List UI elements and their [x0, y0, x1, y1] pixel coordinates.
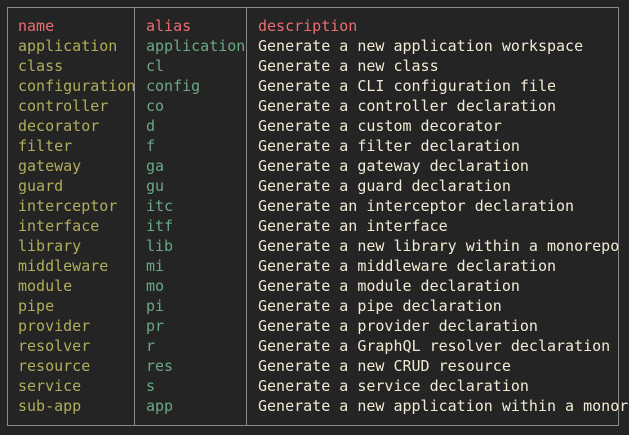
schematic-description: Generate a filter declaration — [258, 137, 520, 155]
table-row: filter f Generate a filter declaration — [0, 136, 629, 156]
schematic-alias: pr — [146, 317, 165, 335]
schematic-description: Generate a guard declaration — [258, 177, 511, 195]
schematic-description: Generate a module declaration — [258, 277, 520, 295]
schematic-description: Generate a gateway declaration — [258, 157, 529, 175]
table-row: resource res Generate a new CRUD resource — [0, 356, 629, 376]
schematic-name: controller — [18, 97, 109, 115]
schematic-alias: app — [146, 397, 174, 415]
schematic-name: guard — [18, 177, 64, 195]
schematic-alias: f — [146, 137, 156, 155]
schematic-alias: mo — [146, 277, 165, 295]
schematic-name: middleware — [18, 257, 109, 275]
schematic-alias: res — [146, 357, 174, 375]
table-row: application application Generate a new app… — [0, 36, 629, 56]
table-row: pipe pi Generate a pipe declaration — [0, 296, 629, 316]
table-row: middleware mi Generate a middleware declar… — [0, 256, 629, 276]
table-row: interceptor itc Generate an interceptor de… — [0, 196, 629, 216]
schematic-name: filter — [18, 137, 73, 155]
table-row: interface itf Generate an interface — [0, 216, 629, 236]
schematic-name: pipe — [18, 297, 55, 315]
schematic-alias: gu — [146, 177, 165, 195]
schematic-name: resolver — [18, 337, 91, 355]
schematic-description: Generate a GraphQL resolver declaration — [258, 337, 611, 355]
table-row: resolver r Generate a GraphQL resolver dec… — [0, 336, 629, 356]
schematic-description: Generate an interface — [258, 217, 448, 235]
header-name: name — [18, 17, 55, 35]
table-row: library lib Generate a new library within … — [0, 236, 629, 256]
schematic-name: gateway — [18, 157, 82, 175]
schematic-name: resource — [18, 357, 91, 375]
schematic-name: interface — [18, 217, 100, 235]
table-row: sub-app app Generate a new application wit… — [0, 396, 629, 416]
table-row: provider pr Generate a provider declaratio… — [0, 316, 629, 336]
table-row: configuration config Generate a CLI config… — [0, 76, 629, 96]
schematic-name: module — [18, 277, 73, 295]
schematic-alias: application — [146, 37, 246, 55]
schematic-name: class — [18, 57, 64, 75]
schematic-alias: s — [146, 377, 156, 395]
schematic-alias: r — [146, 337, 156, 355]
table-row: gateway ga Generate a gateway declaration — [0, 156, 629, 176]
schematic-description: Generate a new class — [258, 57, 439, 75]
schematic-description: Generate a new library within a monorepo — [258, 237, 620, 255]
table-row: guard gu Generate a guard declaration — [0, 176, 629, 196]
table-row: class cl Generate a new class — [0, 56, 629, 76]
schematic-alias: ga — [146, 157, 165, 175]
schematic-description: Generate a custom decorator — [258, 117, 502, 135]
schematic-name: provider — [18, 317, 91, 335]
schematic-name: decorator — [18, 117, 100, 135]
header-description: description — [258, 17, 358, 35]
schematic-alias: lib — [146, 237, 174, 255]
schematic-name: application — [18, 37, 118, 55]
schematic-alias: co — [146, 97, 165, 115]
schematic-alias: config — [146, 77, 201, 95]
schematic-name: configuration — [18, 77, 136, 95]
table-row: decorator d Generate a custom decorator — [0, 116, 629, 136]
schematic-description: Generate a pipe declaration — [258, 297, 502, 315]
schematic-description: Generate a middleware declaration — [258, 257, 557, 275]
terminal-window: name alias description application applic… — [0, 0, 629, 435]
schematic-name: sub-app — [18, 397, 82, 415]
schematic-description: Generate a provider declaration — [258, 317, 538, 335]
schematic-alias: cl — [146, 57, 165, 75]
schematic-alias: itf — [146, 217, 174, 235]
table-header-row: name alias description — [0, 16, 629, 36]
schematic-alias: mi — [146, 257, 165, 275]
schematic-alias: pi — [146, 297, 165, 315]
schematic-description: Generate an interceptor declaration — [258, 197, 575, 215]
schematic-name: library — [18, 237, 82, 255]
header-alias: alias — [146, 17, 192, 35]
schematic-description: Generate a CLI configuration file — [258, 77, 557, 95]
schematic-description: Generate a service declaration — [258, 377, 529, 395]
table-row: module mo Generate a module declaration — [0, 276, 629, 296]
schematic-alias: d — [146, 117, 156, 135]
schematic-description: Generate a controller declaration — [258, 97, 557, 115]
schematic-description: Generate a new CRUD resource — [258, 357, 511, 375]
schematic-name: service — [18, 377, 82, 395]
schematic-description: Generate a new application workspace — [258, 37, 584, 55]
schematic-name: interceptor — [18, 197, 118, 215]
table-row: controller co Generate a controller declar… — [0, 96, 629, 116]
schematic-description: Generate a new application within a mono… — [258, 397, 629, 415]
schematic-alias: itc — [146, 197, 174, 215]
table-row: service s Generate a service declaration — [0, 376, 629, 396]
